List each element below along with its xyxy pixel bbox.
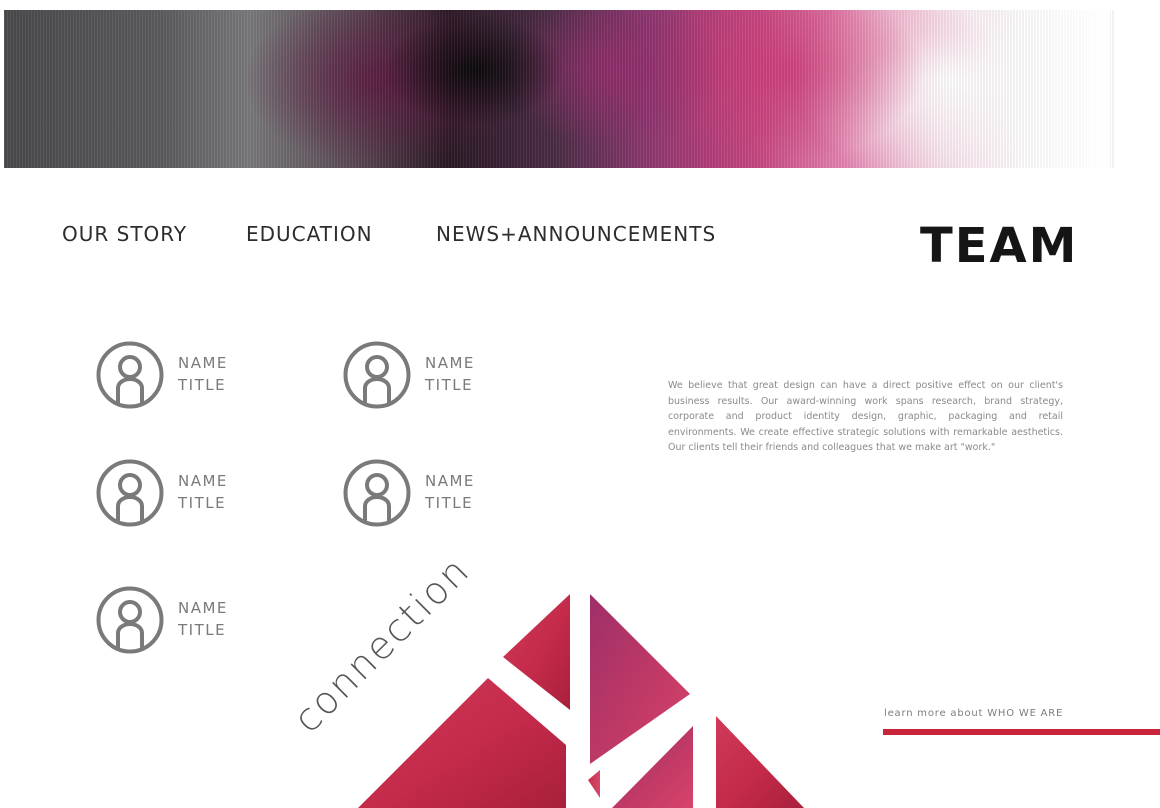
team-member-meta: NAME TITLE (178, 597, 228, 641)
triangle-piece (503, 594, 570, 710)
team-member[interactable]: NAME TITLE (95, 340, 265, 412)
team-member-name: NAME (425, 472, 475, 490)
team-member-title: TITLE (178, 621, 227, 639)
team-member[interactable]: NAME TITLE (95, 458, 265, 530)
team-member[interactable]: NAME TITLE (342, 340, 512, 412)
team-member-meta: NAME TITLE (425, 470, 475, 514)
person-icon (96, 459, 164, 527)
person-icon (96, 341, 164, 409)
learn-more-underline (883, 729, 1160, 735)
team-member-title: TITLE (425, 494, 474, 512)
team-member[interactable]: NAME TITLE (95, 585, 265, 657)
person-icon (343, 459, 411, 527)
connection-text: connection (285, 547, 479, 742)
triangle-piece (716, 716, 804, 808)
team-member-name: NAME (178, 354, 228, 372)
nav-our-story[interactable]: OUR STORY (62, 222, 187, 246)
team-member-name: NAME (178, 599, 228, 617)
team-member-name: NAME (178, 472, 228, 490)
hero-fade (1030, 10, 1110, 168)
triangle-piece (612, 726, 693, 808)
hero-banner (4, 10, 1114, 168)
page-title: TEAM (920, 218, 1079, 274)
team-member[interactable]: NAME TITLE (342, 458, 512, 530)
learn-more-link[interactable]: learn more about WHO WE ARE (884, 708, 1063, 719)
triangle-piece (590, 594, 690, 764)
team-member-meta: NAME TITLE (178, 352, 228, 396)
team-member-meta: NAME TITLE (178, 470, 228, 514)
about-paragraph: We believe that great design can have a … (668, 380, 1063, 454)
team-member-name: NAME (425, 354, 475, 372)
team-member-meta: NAME TITLE (425, 352, 475, 396)
team-member-title: TITLE (178, 494, 227, 512)
team-member-title: TITLE (178, 376, 227, 394)
triangle-piece (358, 678, 566, 808)
team-member-title: TITLE (425, 376, 474, 394)
triangle-piece (588, 770, 600, 798)
nav-education[interactable]: EDUCATION (246, 222, 373, 246)
nav-news-announcements[interactable]: NEWS+ANNOUNCEMENTS (436, 222, 716, 246)
person-icon (343, 341, 411, 409)
person-icon (96, 586, 164, 654)
